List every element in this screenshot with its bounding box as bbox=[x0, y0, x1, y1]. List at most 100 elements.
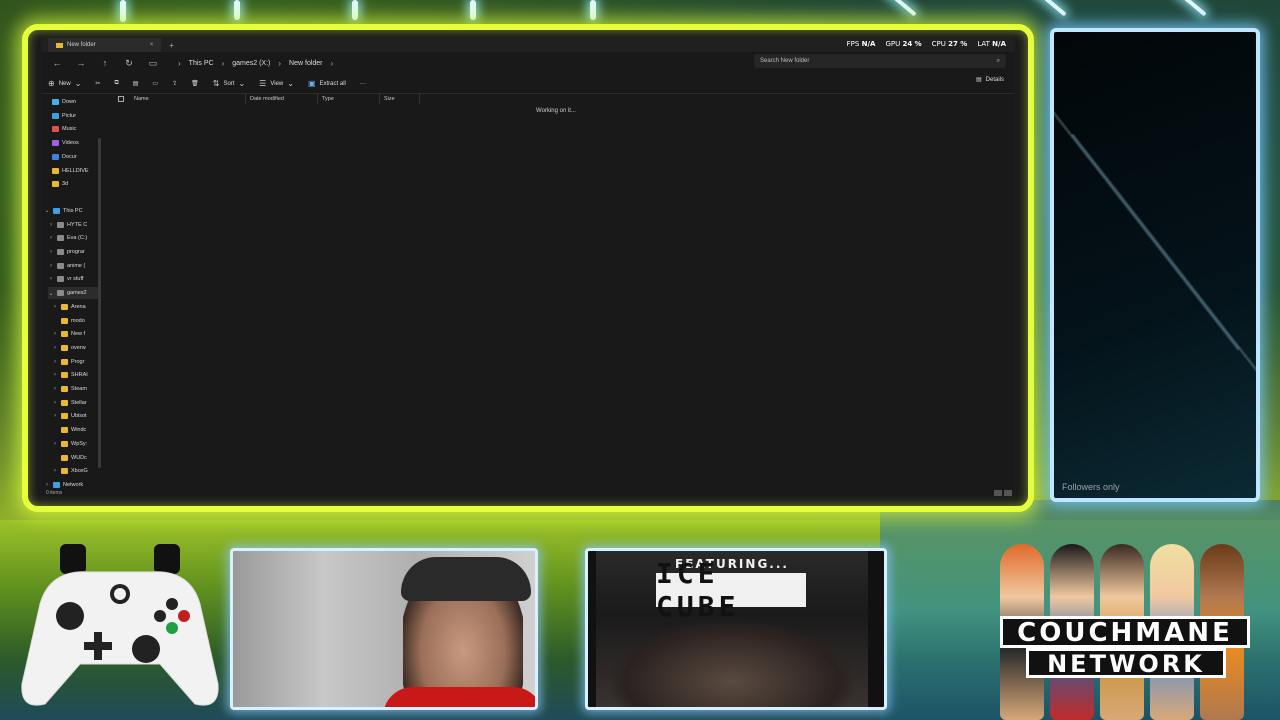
nav-tree-item[interactable]: ⌄ games2 bbox=[48, 287, 98, 300]
breadcrumb-item[interactable]: games2 (X:) bbox=[232, 60, 270, 67]
nav-quick-item[interactable]: Videos bbox=[52, 137, 79, 149]
folder-icon bbox=[61, 386, 68, 392]
column-header[interactable]: Size bbox=[380, 94, 420, 104]
column-header[interactable]: Name bbox=[130, 94, 246, 104]
nav-item-label: New f bbox=[71, 331, 86, 338]
nav-tree-item[interactable]: › XboxG bbox=[52, 465, 98, 477]
nav-tree-item[interactable]: › Arena bbox=[52, 301, 98, 313]
chevron-right-icon[interactable]: › bbox=[52, 331, 58, 337]
chevron-right-icon[interactable]: › bbox=[52, 386, 58, 392]
nav-tree-item[interactable]: › Steam bbox=[52, 383, 98, 395]
nav-tree-item[interactable]: WUDc bbox=[52, 452, 98, 464]
tiles-view-icon[interactable] bbox=[1004, 490, 1012, 496]
chevron-right-icon[interactable]: › bbox=[48, 235, 54, 241]
nav-tree-item[interactable]: ⌄ This PC bbox=[44, 205, 98, 217]
new-tab-button[interactable]: + bbox=[169, 41, 174, 50]
neon-light bbox=[883, 0, 917, 17]
nav-item-label: Pictur bbox=[62, 112, 77, 119]
nav-quick-item[interactable]: Pictur bbox=[52, 110, 76, 122]
chevron-right-icon[interactable]: › bbox=[52, 372, 58, 378]
streamer-cap bbox=[401, 557, 531, 601]
folder-icon bbox=[61, 468, 68, 475]
nav-tree-item[interactable]: › overw bbox=[52, 342, 98, 354]
chevron-right-icon[interactable]: › bbox=[331, 59, 334, 68]
chevron-right-icon[interactable]: › bbox=[52, 468, 58, 474]
nav-quick-item[interactable]: 3d bbox=[52, 178, 68, 190]
chevron-right-icon[interactable]: › bbox=[52, 345, 58, 351]
refresh-icon[interactable]: ↻ bbox=[122, 56, 136, 70]
new-button[interactable]: ⊕ New ⌄ bbox=[48, 79, 81, 88]
monitor-icon[interactable]: ▭ bbox=[146, 56, 160, 70]
tab-new-folder[interactable]: New folder × bbox=[48, 38, 162, 52]
nav-tree-item[interactable]: › Progr bbox=[52, 356, 98, 368]
extract-all-button[interactable]: ▣ Extract all bbox=[308, 79, 346, 88]
cut-icon[interactable]: ✂ bbox=[95, 80, 100, 87]
close-icon[interactable]: × bbox=[150, 42, 154, 48]
nav-tree-item[interactable]: modo bbox=[52, 315, 98, 327]
nav-item-label: Ubisot bbox=[71, 413, 87, 420]
folder-icon bbox=[52, 167, 59, 174]
file-explorer-window: New folder × + FPS N/A GPU 24 % CPU 27 % LA… bbox=[42, 38, 1014, 496]
nav-tree-item[interactable]: › Ubisot bbox=[52, 410, 98, 422]
forward-arrow-icon[interactable]: → bbox=[74, 56, 88, 70]
details-button[interactable]: ▤ Details bbox=[976, 76, 1004, 84]
nav-quick-item[interactable]: Down bbox=[52, 96, 76, 108]
breadcrumb-item[interactable]: This PC bbox=[189, 60, 214, 67]
chevron-right-icon[interactable]: › bbox=[52, 400, 58, 406]
decor-line bbox=[1054, 33, 1240, 351]
nav-tree-item[interactable]: › New f bbox=[52, 328, 98, 340]
chevron-right-icon[interactable]: › bbox=[52, 441, 58, 447]
rename-icon[interactable]: ▭ bbox=[152, 80, 158, 87]
share-icon[interactable]: ⇪ bbox=[172, 80, 177, 87]
perf-label: LAT bbox=[977, 40, 990, 48]
nav-tree-item[interactable]: › prograr bbox=[48, 246, 98, 258]
chevron-right-icon[interactable]: › bbox=[52, 304, 58, 310]
nav-tree-item[interactable]: › HYTE C bbox=[48, 219, 98, 231]
column-header[interactable]: Type bbox=[318, 94, 380, 104]
chevron-down-icon[interactable]: ⌄ bbox=[44, 207, 50, 214]
nav-quick-item[interactable]: HELLDIVE bbox=[52, 165, 89, 177]
chevron-right-icon[interactable]: › bbox=[52, 359, 58, 365]
column-header[interactable]: Date modified bbox=[246, 94, 318, 104]
nav-tree-item[interactable]: › SHRAI bbox=[52, 369, 98, 381]
delete-icon[interactable]: 🗑 bbox=[191, 80, 199, 87]
chevron-right-icon[interactable]: › bbox=[48, 276, 54, 282]
chevron-right-icon[interactable]: › bbox=[222, 59, 225, 68]
nav-quick-item[interactable]: Docur bbox=[52, 151, 77, 163]
tab-bar: New folder × + FPS N/A GPU 24 % CPU 27 % LA… bbox=[42, 38, 1014, 52]
nav-tree-item[interactable]: › Stellar bbox=[52, 397, 98, 409]
nav-item-label: Stellar bbox=[71, 399, 87, 406]
view-button[interactable]: ☰ View ⌄ bbox=[259, 79, 294, 88]
chevron-right-icon[interactable]: › bbox=[48, 249, 54, 255]
breadcrumb-item[interactable]: New folder bbox=[289, 60, 322, 67]
more-options-button[interactable]: ··· bbox=[360, 81, 366, 87]
nav-tree-item[interactable]: › WpSy: bbox=[52, 438, 98, 450]
chevron-right-icon[interactable]: › bbox=[48, 263, 54, 269]
perf-overlay: FPS N/A GPU 24 % CPU 27 % LAT N/A bbox=[847, 40, 1006, 48]
chevron-right-icon[interactable]: › bbox=[48, 222, 54, 228]
chevron-right-icon[interactable]: › bbox=[44, 482, 50, 488]
search-input[interactable]: Search New folder ⌕ bbox=[754, 54, 1006, 68]
nav-tree-item[interactable]: Windc bbox=[52, 424, 98, 436]
nav-tree-item[interactable]: › Eva (C:) bbox=[48, 232, 98, 244]
nav-item-label: games2 bbox=[67, 290, 87, 297]
chevron-down-icon[interactable]: ⌄ bbox=[48, 290, 54, 297]
nav-tree-item[interactable]: › anime ( bbox=[48, 260, 98, 272]
nav-quick-item[interactable]: Music bbox=[52, 123, 76, 135]
nav-tree-item[interactable]: › vr stuff bbox=[48, 273, 98, 285]
select-all-checkbox[interactable] bbox=[118, 96, 124, 102]
back-arrow-icon[interactable]: ← bbox=[50, 56, 64, 70]
nav-item-label: prograr bbox=[67, 249, 85, 255]
details-view-icon[interactable] bbox=[994, 490, 1002, 496]
paste-icon[interactable]: ▤ bbox=[133, 80, 139, 87]
album-art: FEATURING... ICE CUBE bbox=[596, 551, 868, 707]
webcam-feed bbox=[230, 548, 538, 710]
copy-icon[interactable]: ⧉ bbox=[114, 80, 118, 87]
up-arrow-icon[interactable]: ↑ bbox=[98, 56, 112, 70]
chevron-right-icon[interactable]: › bbox=[278, 59, 281, 68]
nav-item-label: anime ( bbox=[67, 262, 86, 269]
chevron-right-icon[interactable]: › bbox=[178, 59, 181, 68]
sort-button[interactable]: ⇅ Sort ⌄ bbox=[213, 79, 245, 88]
chevron-right-icon[interactable]: › bbox=[52, 413, 58, 419]
perf-stat: GPU 24 % bbox=[885, 40, 921, 48]
